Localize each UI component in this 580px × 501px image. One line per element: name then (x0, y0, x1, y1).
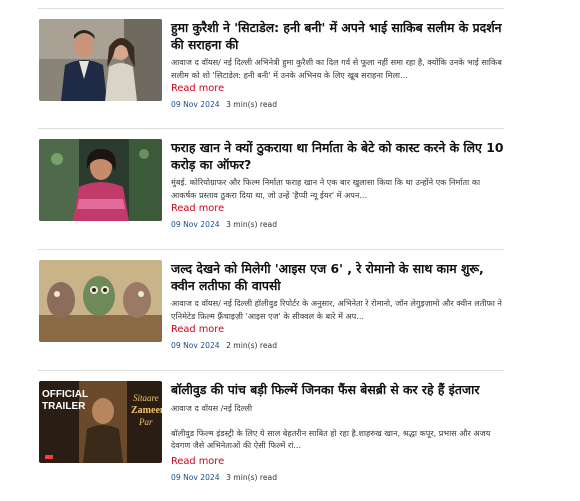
official-trailer-badge: OFFICIAL (42, 389, 88, 400)
article-thumbnail[interactable] (39, 260, 162, 342)
article-meta: 09 Nov 2024 3 min(s) read (171, 472, 508, 483)
article-date: 09 Nov 2024 (171, 341, 220, 350)
excerpt-line (171, 415, 508, 427)
article-title[interactable]: हुमा कुरैशी ने 'सिटाडेल: हनी बनी' में अप… (171, 19, 508, 53)
read-time: 3 min(s) read (226, 472, 278, 482)
news-feed: हुमा कुरैशी ने 'सिटाडेल: हनी बनी' में अप… (0, 0, 580, 501)
article-meta: 09 Nov 2024 3 min(s) read (171, 99, 508, 110)
read-more-link[interactable]: Read more (171, 202, 508, 215)
article-thumbnail[interactable]: OFFICIAL TRAILER Sitaare Zameen Par (39, 381, 162, 463)
read-time: 2 min(s) read (226, 341, 278, 350)
read-more-link[interactable]: Read more (171, 455, 508, 468)
article-meta: 09 Nov 2024 2 min(s) read (171, 340, 508, 351)
article-meta: 09 Nov 2024 3 min(s) read (171, 219, 508, 230)
article-date: 09 Nov 2024 (171, 472, 220, 482)
article-date: 09 Nov 2024 (171, 100, 220, 109)
read-more-link[interactable]: Read more (171, 323, 508, 336)
divider (38, 8, 504, 9)
read-more-link[interactable]: Read more (171, 82, 508, 95)
article-title[interactable]: बॉलीवुड की पांच बड़ी फिल्में जिनका फैंस … (171, 381, 508, 398)
excerpt-line: बॉलीवुड फिल्म इंडस्ट्री के लिए ये साल बे… (171, 427, 491, 451)
official-trailer-badge: TRAILER (42, 401, 86, 412)
article-thumbnail[interactable] (39, 139, 162, 221)
divider (38, 128, 504, 129)
article-title[interactable]: जल्द देखने को मिलेगी 'आइस एज 6' , रे रोम… (171, 260, 508, 294)
article-date: 09 Nov 2024 (171, 220, 220, 229)
article-thumbnail[interactable] (39, 19, 162, 101)
excerpt-line: आवाज द वॉयस /नई दिल्ली (171, 403, 253, 413)
movie-logo: Sitaare (133, 393, 159, 403)
article-title[interactable]: फराह खान ने क्यों ठुकराया था निर्माता के… (171, 139, 508, 173)
read-time: 3 min(s) read (226, 100, 278, 109)
article-excerpt: आवाज द वॉयस/ नई दिल्ली अभिनेत्री हुमा कु… (171, 57, 502, 80)
movie-logo: Par (138, 417, 153, 427)
article-excerpt: आवाज द वॉयस/ नई दिल्ली हॉलीवुड रिपोर्टर … (171, 298, 502, 321)
article-excerpt: आवाज द वॉयस /नई दिल्ली बॉलीवुड फिल्म इंड… (171, 402, 508, 452)
divider (38, 370, 504, 371)
read-time: 3 min(s) read (226, 220, 278, 229)
divider (38, 249, 504, 250)
article-excerpt: मुंबई. कोरियोग्राफर और फिल्म निर्माता फर… (171, 177, 481, 200)
movie-logo: Zameen (131, 405, 162, 416)
